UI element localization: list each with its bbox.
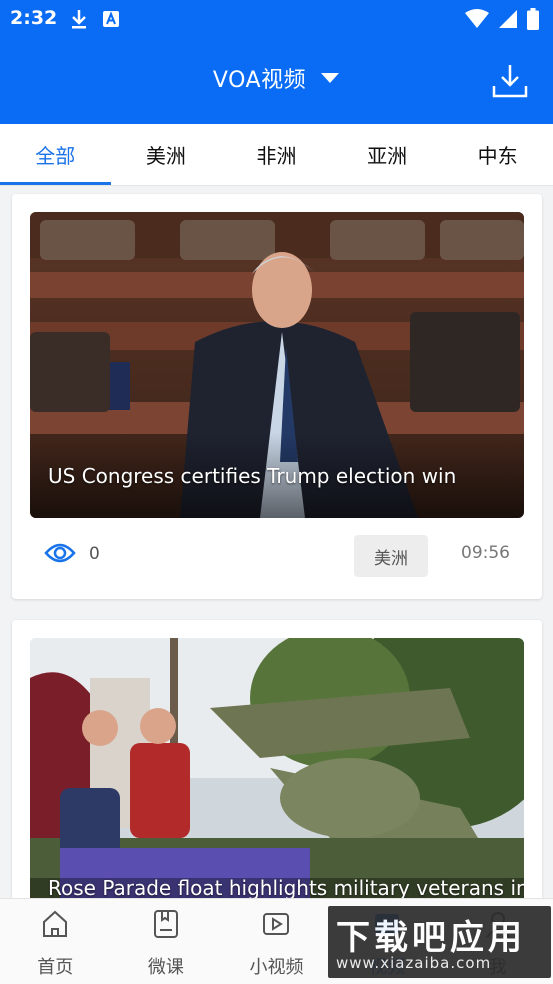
nav-home[interactable]: 首页 [0, 899, 111, 984]
tab-americas[interactable]: 美洲 [111, 124, 222, 185]
video-thumbnail[interactable]: US Congress certifies Trump election win [30, 212, 524, 518]
tab-middle-east[interactable]: 中东 [442, 124, 553, 185]
short-video-icon [261, 909, 291, 944]
region-tag[interactable]: 美洲 [354, 535, 428, 577]
video-card[interactable]: Rose Parade float highlights military ve… [12, 620, 542, 898]
eye-icon [44, 541, 76, 569]
nav-label: 小视频 [249, 957, 304, 978]
watermark-title: 下载吧应用 [336, 918, 526, 958]
video-meta: 0 美洲 09:56 [30, 530, 524, 578]
parade-float-image [30, 638, 524, 898]
nav-label: 首页 [37, 957, 74, 978]
download-icon [491, 65, 529, 104]
nav-lessons[interactable]: 微课 [111, 899, 222, 984]
video-card[interactable]: US Congress certifies Trump election win… [12, 194, 542, 599]
chevron-down-icon [320, 69, 340, 88]
download-notification-icon [70, 8, 88, 34]
status-time: 2:32 [10, 7, 58, 29]
nav-label: 微课 [147, 957, 184, 978]
watermark-url: www.xiazaiba.com [336, 954, 492, 972]
home-icon [40, 909, 70, 944]
video-title: US Congress certifies Trump election win [48, 464, 457, 488]
video-feed: US Congress certifies Trump election win… [0, 186, 553, 898]
wifi-icon [465, 9, 489, 33]
tab-africa[interactable]: 非洲 [221, 124, 332, 185]
watermark-overlay: 下载吧应用 www.xiazaiba.com [328, 906, 551, 978]
region-tabs: 全部 美洲 非洲 亚洲 中东 [0, 124, 553, 186]
tab-asia[interactable]: 亚洲 [332, 124, 443, 185]
cell-signal-icon [499, 9, 517, 33]
download-button[interactable] [491, 62, 529, 100]
app-header: VOA视频 [0, 38, 553, 124]
app-notification-icon [102, 8, 120, 34]
status-bar: 2:32 [0, 0, 553, 38]
video-thumbnail[interactable]: Rose Parade float highlights military ve… [30, 638, 524, 898]
nav-short-video[interactable]: 小视频 [221, 899, 332, 984]
video-duration: 09:56 [461, 543, 510, 563]
tab-all[interactable]: 全部 [0, 124, 111, 185]
view-count: 0 [89, 544, 100, 564]
lesson-book-icon [151, 909, 181, 944]
channel-selector[interactable]: VOA视频 [0, 62, 553, 94]
battery-icon [527, 8, 539, 34]
video-title: Rose Parade float highlights military ve… [48, 876, 524, 898]
header-title: VOA视频 [212, 68, 307, 93]
